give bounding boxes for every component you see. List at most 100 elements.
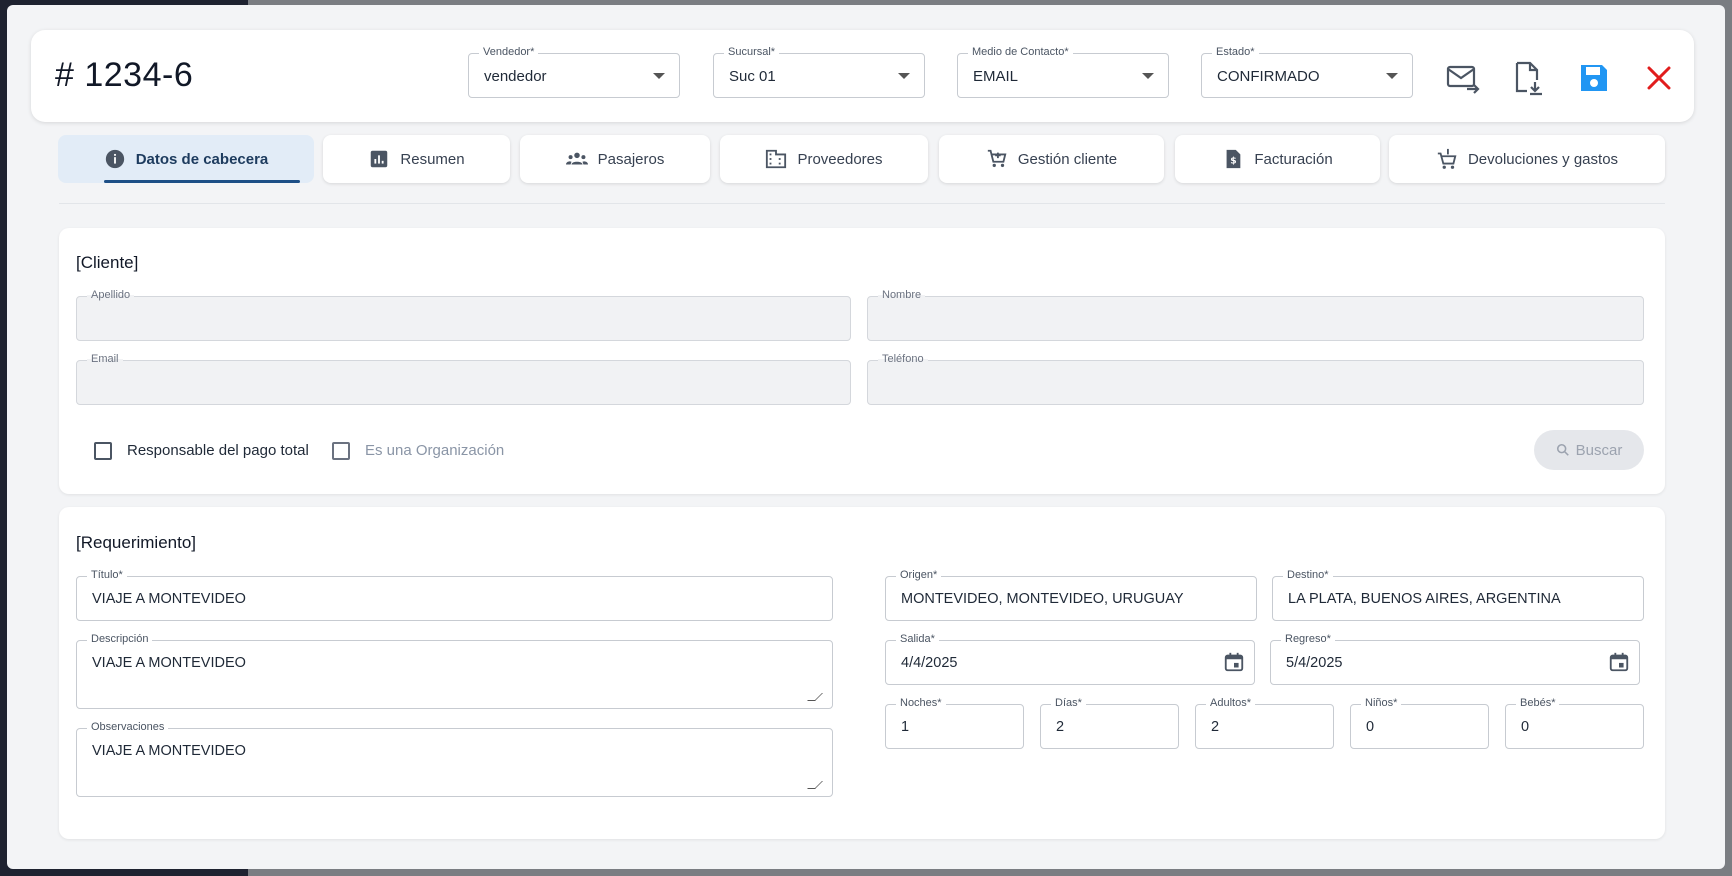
sucursal-select[interactable]: Sucursal* Suc 01 — [713, 46, 925, 98]
active-tab-indicator — [104, 180, 300, 183]
document-number: # 1234-6 — [55, 56, 194, 94]
noches-label: Noches* — [896, 697, 946, 709]
svg-text:$: $ — [1231, 156, 1237, 167]
tab-label: Gestión cliente — [1017, 150, 1118, 168]
ninos-field[interactable]: Niños* 0 — [1350, 697, 1489, 749]
estado-label: Estado* — [1212, 46, 1259, 58]
invoice-icon: $ — [1226, 149, 1241, 169]
vendedor-label: Vendedor* — [479, 46, 539, 58]
resize-handle-icon[interactable] — [807, 693, 823, 701]
tab-devoluciones-gastos[interactable]: Devoluciones y gastos — [1389, 135, 1665, 183]
search-icon — [1556, 443, 1569, 456]
tab-facturacion[interactable]: $ Facturación — [1175, 135, 1380, 183]
descripcion-label: Descripción — [87, 633, 153, 645]
calendar-icon[interactable] — [1608, 651, 1630, 673]
tabs-divider — [59, 203, 1665, 204]
medio-contacto-label: Medio de Contacto* — [968, 46, 1073, 58]
send-email-icon[interactable] — [1445, 60, 1481, 96]
tab-label: Facturación — [1254, 150, 1333, 168]
regreso-date-field[interactable]: Regreso* 5/4/2025 — [1270, 633, 1640, 685]
apellido-label: Apellido — [87, 289, 135, 301]
chevron-down-icon — [1386, 73, 1398, 79]
vendedor-select[interactable]: Vendedor* vendedor — [468, 46, 680, 98]
titulo-value: VIAJE A MONTEVIDEO — [92, 591, 246, 607]
sucursal-label: Sucursal* — [724, 46, 780, 58]
nombre-field[interactable]: Nombre — [867, 289, 1644, 341]
destino-field[interactable]: Destino* LA PLATA, BUENOS AIRES, ARGENTI… — [1272, 569, 1644, 621]
calendar-icon[interactable] — [1223, 651, 1245, 673]
cliente-title: [Cliente] — [76, 253, 139, 272]
close-icon[interactable] — [1641, 60, 1677, 96]
organizacion-label: Es una Organización — [365, 442, 505, 459]
descripcion-textarea[interactable]: Descripción VIAJE A MONTEVIDEO — [76, 633, 833, 709]
titulo-label: Título* — [87, 569, 127, 581]
modal-header: # 1234-6 Vendedor* vendedor Sucursal* Su… — [31, 30, 1694, 122]
chevron-down-icon — [1142, 73, 1154, 79]
descripcion-value: VIAJE A MONTEVIDEO — [92, 655, 246, 671]
destino-label: Destino* — [1283, 569, 1333, 581]
regreso-label: Regreso* — [1281, 633, 1335, 645]
medio-contacto-select[interactable]: Medio de Contacto* EMAIL — [957, 46, 1169, 98]
regreso-value: 5/4/2025 — [1286, 655, 1343, 671]
estado-select[interactable]: Estado* CONFIRMADO — [1201, 46, 1413, 98]
origen-value: MONTEVIDEO, MONTEVIDEO, URUGUAY — [901, 591, 1184, 607]
download-document-icon[interactable] — [1511, 60, 1547, 96]
adultos-value: 2 — [1211, 719, 1220, 735]
tab-label: Resumen — [400, 150, 465, 168]
sucursal-value: Suc 01 — [729, 68, 776, 85]
dias-label: Días* — [1051, 697, 1086, 709]
buscar-label: Buscar — [1575, 441, 1623, 459]
tab-resumen[interactable]: Resumen — [323, 135, 510, 183]
telefono-label: Teléfono — [878, 353, 928, 365]
responsable-checkbox[interactable] — [94, 442, 112, 460]
buscar-button[interactable]: Buscar — [1534, 430, 1644, 470]
origen-field[interactable]: Origen* MONTEVIDEO, MONTEVIDEO, URUGUAY — [885, 569, 1257, 621]
tab-gestion-cliente[interactable]: Gestión cliente — [939, 135, 1164, 183]
organizacion-checkbox[interactable] — [332, 442, 350, 460]
origen-label: Origen* — [896, 569, 942, 581]
adultos-field[interactable]: Adultos* 2 — [1195, 697, 1334, 749]
bebes-value: 0 — [1521, 719, 1530, 735]
medio-contacto-value: EMAIL — [973, 68, 1019, 85]
adultos-label: Adultos* — [1206, 697, 1255, 709]
chevron-down-icon — [653, 73, 665, 79]
estado-value: CONFIRMADO — [1217, 68, 1320, 85]
bebes-label: Bebés* — [1516, 697, 1560, 709]
tab-proveedores[interactable]: Proveedores — [720, 135, 928, 183]
tab-label: Proveedores — [797, 150, 883, 168]
info-icon — [105, 149, 124, 169]
titulo-field[interactable]: Título* VIAJE A MONTEVIDEO — [76, 569, 833, 621]
salida-date-field[interactable]: Salida* 4/4/2025 — [885, 633, 1255, 685]
bebes-field[interactable]: Bebés* 0 — [1505, 697, 1644, 749]
tab-datos-cabecera[interactable]: Datos de cabecera — [58, 135, 314, 183]
vendedor-value: vendedor — [484, 68, 547, 85]
requerimiento-title: [Requerimiento] — [76, 533, 197, 552]
cliente-card: [Cliente] Apellido Nombre Email Teléfono… — [59, 228, 1665, 494]
noches-value: 1 — [901, 719, 910, 735]
email-label: Email — [87, 353, 123, 365]
destino-value: LA PLATA, BUENOS AIRES, ARGENTINA — [1288, 591, 1561, 607]
requerimiento-card: [Requerimiento] Título* VIAJE A MONTEVID… — [59, 507, 1665, 839]
save-icon[interactable] — [1576, 60, 1612, 96]
tab-label: Devoluciones y gastos — [1467, 150, 1619, 168]
observaciones-label: Observaciones — [87, 721, 169, 733]
people-icon — [565, 152, 588, 165]
noches-field[interactable]: Noches* 1 — [885, 697, 1024, 749]
telefono-field[interactable]: Teléfono — [867, 353, 1644, 405]
building-icon — [766, 149, 787, 169]
nombre-label: Nombre — [878, 289, 926, 301]
observaciones-value: VIAJE A MONTEVIDEO — [92, 743, 246, 759]
tab-pasajeros[interactable]: Pasajeros — [520, 135, 710, 183]
email-field[interactable]: Email — [76, 353, 851, 405]
chevron-down-icon — [898, 73, 910, 79]
dias-value: 2 — [1056, 719, 1065, 735]
resize-handle-icon[interactable] — [807, 781, 823, 789]
observaciones-textarea[interactable]: Observaciones VIAJE A MONTEVIDEO — [76, 721, 833, 797]
responsable-label: Responsable del pago total — [127, 442, 309, 459]
edit-modal: # 1234-6 Vendedor* vendedor Sucursal* Su… — [7, 5, 1725, 869]
apellido-field[interactable]: Apellido — [76, 289, 851, 341]
chart-icon — [371, 150, 388, 168]
tab-label: Pasajeros — [597, 150, 665, 168]
salida-value: 4/4/2025 — [901, 655, 958, 671]
dias-field[interactable]: Días* 2 — [1040, 697, 1179, 749]
